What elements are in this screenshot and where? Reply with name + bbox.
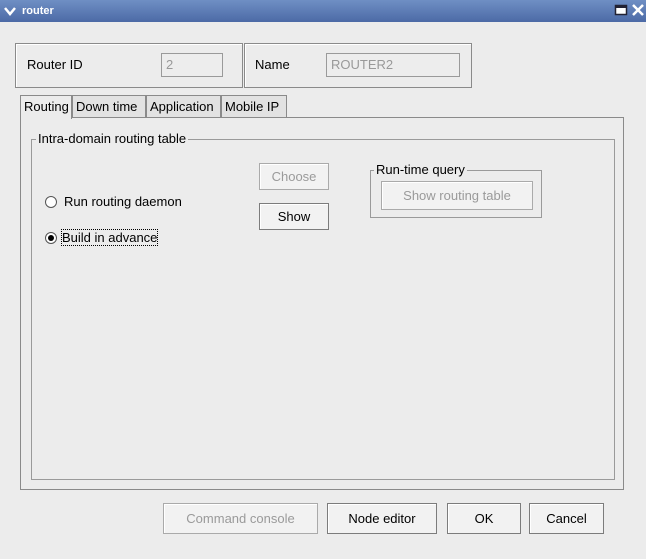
tab-routing[interactable]: Routing [20, 95, 72, 119]
tab-down-time[interactable]: Down time [72, 95, 146, 118]
node-editor-button[interactable]: Node editor [327, 503, 437, 534]
show-routing-table-button[interactable]: Show routing table [381, 181, 533, 210]
window-restore-icon[interactable] [614, 3, 628, 17]
radio-selected-dot [48, 235, 54, 241]
run-time-query-title: Run-time query [374, 162, 467, 177]
routing-tab-panel: Intra-domain routing table Run routing d… [20, 117, 624, 490]
window-title: router [22, 5, 54, 17]
tab-mobile-ip-label: Mobile IP [225, 99, 280, 114]
chevron-down-icon[interactable] [3, 4, 17, 18]
tab-down-time-label: Down time [76, 99, 138, 114]
router-id-label: Router ID [27, 57, 83, 72]
cancel-button[interactable]: Cancel [529, 503, 604, 534]
tab-application-label: Application [150, 99, 214, 114]
ok-button[interactable]: OK [447, 503, 521, 534]
close-icon[interactable] [631, 3, 645, 17]
router-id-field[interactable]: 2 [161, 53, 223, 77]
run-time-query-group: Run-time query Show routing table [370, 162, 542, 218]
router-id-panel: Router ID 2 [15, 43, 243, 88]
show-button[interactable]: Show [259, 203, 329, 230]
name-label: Name [255, 57, 290, 72]
name-panel: Name ROUTER2 [244, 43, 472, 88]
run-routing-daemon-label[interactable]: Run routing daemon [64, 194, 182, 209]
build-in-advance-radio[interactable] [45, 232, 57, 244]
tab-routing-label: Routing [24, 99, 69, 114]
intra-domain-routing-title: Intra-domain routing table [36, 131, 189, 146]
build-in-advance-label[interactable]: Build in advance [60, 229, 159, 246]
name-field[interactable]: ROUTER2 [326, 53, 460, 77]
tab-application[interactable]: Application [146, 95, 221, 118]
title-bar: router [0, 0, 646, 22]
run-routing-daemon-radio[interactable] [45, 196, 57, 208]
choose-button[interactable]: Choose [259, 163, 329, 190]
intra-domain-routing-group: Intra-domain routing table Run routing d… [31, 131, 615, 480]
command-console-button[interactable]: Command console [163, 503, 318, 534]
tab-mobile-ip[interactable]: Mobile IP [221, 95, 287, 118]
